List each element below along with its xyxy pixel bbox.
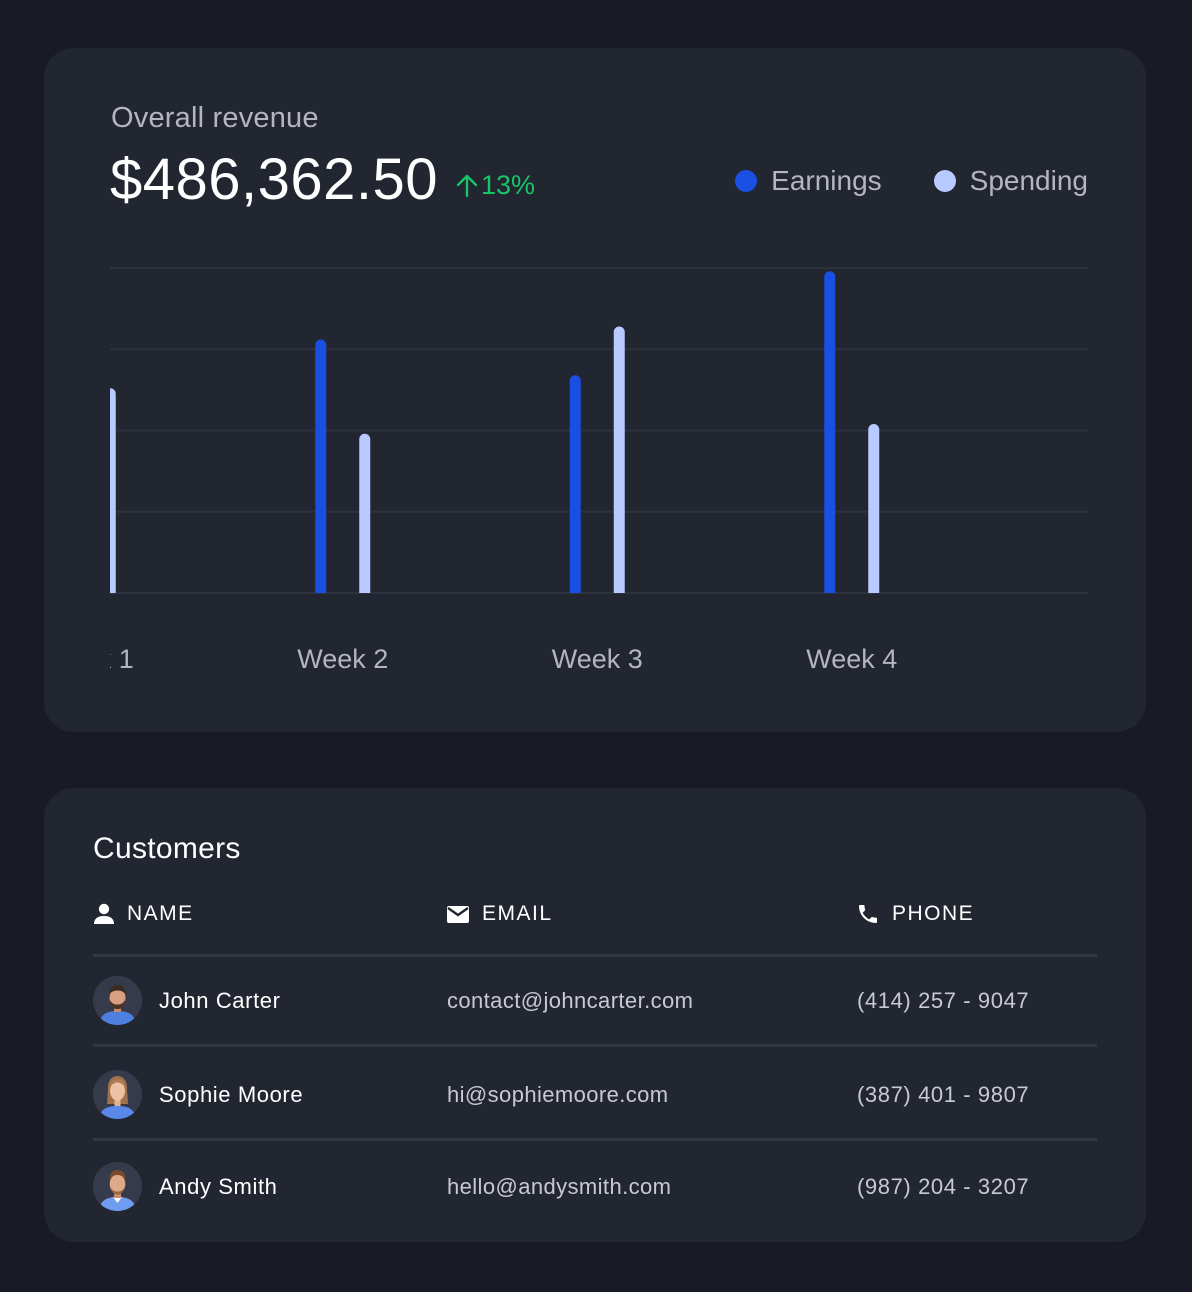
bar-spending-week-2[interactable]: [359, 433, 371, 593]
avatar: [93, 1070, 142, 1119]
revenue-change-badge: 13%: [456, 170, 535, 201]
user-icon: [93, 903, 115, 925]
customer-row[interactable]: Andy Smith hello@andysmith.com (987) 204…: [93, 1162, 1097, 1212]
column-header-name-label: NAME: [127, 902, 194, 925]
arrow-up-icon: [456, 174, 478, 198]
column-header-phone-label: PHONE: [892, 902, 975, 925]
column-header-email[interactable]: EMAIL: [446, 902, 553, 926]
x-tick-label: Week 4: [806, 644, 897, 674]
customer-email[interactable]: hello@andysmith.com: [447, 1174, 671, 1200]
customer-name: John Carter: [159, 988, 281, 1013]
customer-phone[interactable]: (987) 204 - 3207: [857, 1174, 1029, 1200]
customer-row[interactable]: Sophie Moore hi@sophiemoore.com (387) 40…: [93, 1070, 1097, 1120]
x-tick-label: Week 3: [552, 644, 643, 674]
column-header-name[interactable]: NAME: [93, 902, 194, 926]
avatar: [93, 1162, 142, 1211]
chart-legend: Earnings Spending: [735, 165, 1088, 197]
customer-email[interactable]: contact@johncarter.com: [447, 988, 693, 1014]
legend-dot-earnings: [735, 170, 758, 192]
customers-title: Customers: [93, 832, 241, 865]
legend-dot-spending: [933, 170, 956, 192]
column-header-email-label: EMAIL: [482, 902, 553, 925]
bar-earnings-week-2[interactable]: [315, 339, 327, 594]
revenue-change-value: 13%: [481, 170, 536, 200]
customer-name: Andy Smith: [159, 1174, 278, 1199]
header-divider: [93, 954, 1097, 957]
column-header-phone[interactable]: PHONE: [856, 902, 974, 926]
customer-phone[interactable]: (387) 401 - 9807: [857, 1082, 1029, 1108]
customer-phone[interactable]: (414) 257 - 9047: [857, 988, 1029, 1014]
legend-item-earnings[interactable]: Earnings: [735, 165, 882, 197]
bar-spending-week-3[interactable]: [613, 326, 625, 594]
chart-gridlines: [110, 267, 1088, 594]
revenue-label: Overall revenue: [111, 102, 319, 134]
revenue-value: $486,362.50: [110, 147, 439, 212]
revenue-bar-chart: Week 1 Week 2 Week 3 Week 4: [110, 267, 1088, 674]
x-tick-label: Week 1: [110, 644, 134, 674]
phone-icon: [856, 902, 880, 926]
legend-item-spending[interactable]: Spending: [933, 165, 1088, 197]
legend-label-earnings: Earnings: [771, 165, 882, 196]
bar-earnings-week-4[interactable]: [824, 271, 836, 593]
customer-row[interactable]: John Carter contact@johncarter.com (414)…: [93, 976, 1097, 1026]
chart-x-axis-labels: Week 1 Week 2 Week 3 Week 4: [110, 644, 897, 674]
row-divider: [93, 1044, 1097, 1047]
customers-card: Customers NAME EMAIL PHONE John Carter c…: [44, 788, 1146, 1242]
x-tick-label: Week 2: [297, 644, 388, 674]
customer-name: Sophie Moore: [159, 1082, 304, 1107]
legend-label-spending: Spending: [969, 165, 1088, 196]
row-divider: [93, 1138, 1097, 1141]
bar-earnings-week-3[interactable]: [569, 375, 581, 593]
bar-spending-week-4[interactable]: [868, 424, 880, 593]
customer-email[interactable]: hi@sophiemoore.com: [447, 1082, 669, 1108]
avatar: [93, 976, 142, 1025]
chart-bars: [110, 271, 880, 594]
revenue-card: Overall revenue $486,362.50 13% Earnings…: [44, 48, 1146, 732]
mail-icon: [446, 904, 470, 924]
bar-spending-week-1[interactable]: [110, 388, 116, 593]
